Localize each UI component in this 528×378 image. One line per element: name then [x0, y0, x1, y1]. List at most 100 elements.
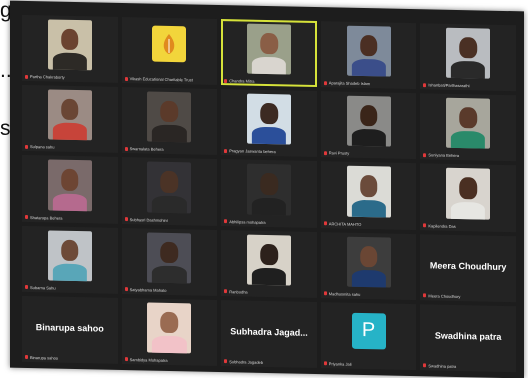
participant-body [451, 201, 486, 220]
participant-display-name: Meera Choudhury [429, 260, 507, 273]
participant-caption: Ishanbati/Parthasarathi [423, 82, 514, 89]
participant-caption: Meera Choudhury [423, 293, 514, 300]
participant-display-name: Binarupa sahoo [35, 322, 104, 334]
participant-face [160, 241, 179, 263]
participant-face [359, 245, 378, 268]
participant-caption: Subhasri Dashmohini [124, 216, 216, 224]
muted-mic-icon [423, 223, 427, 228]
participant-video [346, 236, 391, 288]
participant-face [260, 32, 278, 55]
participant-body [451, 131, 486, 149]
participant-caption: Subarna Sahu [25, 285, 116, 292]
participant-tile[interactable]: Madhusmita sahu [320, 231, 417, 300]
participant-name-label: Kapilendra Das [428, 222, 456, 229]
participant-caption: Aparajita Shadeb Islam [323, 80, 415, 87]
muted-mic-icon [124, 287, 128, 292]
participant-face [359, 105, 378, 127]
participant-caption: Swadhina patra [423, 363, 514, 370]
participant-tile[interactable]: Swadhina patra Swadhina patra [420, 304, 516, 373]
participant-tile[interactable]: Shatarupa Behera [22, 155, 118, 224]
muted-mic-icon [323, 151, 327, 156]
participant-tile[interactable]: Subarna Sahu [22, 225, 118, 294]
participant-display-name: Swadhina patra [434, 330, 502, 343]
muted-mic-icon [423, 82, 427, 88]
participant-video [247, 163, 291, 216]
participant-tile[interactable]: Meera Choudhury Meera Choudhury [420, 233, 516, 303]
participant-face [260, 173, 278, 195]
participant-tile[interactable]: P Priyanka Jali [320, 301, 417, 371]
participant-face [459, 177, 477, 199]
participant-name-label: Satyabhama Mahato [129, 286, 167, 293]
participant-caption: Kapilendra Das [423, 223, 514, 230]
participant-body [251, 56, 287, 75]
participant-display-name: Subhadra Jagad... [230, 326, 308, 339]
muted-mic-icon [25, 355, 28, 360]
participant-body [152, 195, 187, 213]
muted-mic-icon [323, 80, 327, 85]
participant-tile[interactable]: ARCHITA MAHTO [320, 161, 417, 230]
participant-face [160, 171, 179, 193]
participant-video [247, 234, 291, 286]
muted-mic-icon [423, 293, 427, 298]
participant-caption: Chandra Mitra [224, 78, 315, 85]
participant-body [152, 124, 187, 143]
participant-face [61, 98, 79, 121]
participant-body [52, 263, 87, 282]
participant-tile[interactable]: Kapilendra Das [420, 163, 516, 232]
muted-mic-icon [25, 215, 28, 220]
participant-name-label: Subarna Sahu [30, 284, 56, 291]
participant-video [446, 27, 491, 79]
participant-video [147, 232, 192, 284]
participant-caption: Pragyan Jaswanta behera [224, 148, 315, 155]
participant-tile[interactable]: Swarnalata Behera [121, 87, 218, 156]
participant-tile[interactable]: Chandra Mitra [221, 19, 317, 88]
participant-tile[interactable]: Subhadra Jagad... Subhadra Jagadeb [221, 299, 317, 369]
muted-mic-icon [323, 221, 327, 226]
participant-tile[interactable]: Sambidya Mohapatra [121, 297, 218, 366]
participant-tile[interactable]: Sulpana sahu [22, 85, 118, 154]
participant-face [459, 107, 477, 129]
participant-tile[interactable]: Ravi Prusty [320, 91, 417, 160]
muted-mic-icon [224, 148, 228, 154]
muted-mic-icon [124, 146, 128, 151]
participant-tile[interactable]: Subhasri Dashmohini [121, 157, 218, 226]
participant-name-label: Sulpana sahu [30, 144, 55, 150]
participant-name-label: Ishanbati/Parthasarathi [428, 82, 470, 89]
participant-body [251, 127, 287, 145]
participant-tile[interactable]: Suniyana Behera [420, 93, 516, 162]
participant-name-label: ARCHITA MAHTO [328, 220, 362, 227]
participant-name-label: Abhilipsa mohapatra [229, 218, 266, 225]
participant-tile[interactable]: Ranbudha [221, 229, 317, 298]
participant-name-label: Swarnalata Behera [129, 146, 164, 153]
participant-caption: Shatarupa Behera [25, 215, 116, 222]
participant-caption: Sulpana sahu [25, 144, 116, 151]
participant-caption: ARCHITA MAHTO [323, 220, 415, 228]
participant-tile[interactable]: Ishanbati/Parthasarathi [420, 23, 516, 92]
participant-face [260, 243, 278, 265]
participant-caption: Abhilipsa mohapatra [224, 219, 315, 226]
participant-tile[interactable]: Abhilipsa mohapatra [221, 159, 317, 228]
participant-video [47, 230, 92, 282]
participant-tile[interactable]: Satyabhama Mahato [121, 227, 218, 296]
muted-mic-icon [25, 144, 28, 149]
participant-tile[interactable]: Binarupa sahoo Binarupa sahoo [22, 295, 118, 364]
participant-name-label: Pragyan Jaswanta behera [229, 148, 276, 155]
participant-tile[interactable]: Aparajita Shadeb Islam [320, 21, 417, 90]
participant-name-label: Binarupa sahoo [30, 355, 59, 361]
participant-tile[interactable]: Vikash Educational Charitable Trust [121, 16, 218, 86]
muted-mic-icon [423, 363, 427, 368]
participant-video [346, 25, 391, 77]
participant-name-label: Subhadra Jagadeb [229, 359, 263, 365]
participant-video [446, 97, 491, 150]
participant-body [152, 335, 187, 354]
muted-mic-icon [423, 153, 427, 158]
participant-name-label: Vikash Educational Charitable Trust [129, 76, 193, 83]
participant-caption: Sambidya Mohapatra [124, 357, 216, 364]
participant-tile[interactable]: Partha Chakraborty [22, 14, 118, 84]
participant-face [260, 103, 278, 125]
participant-name-label: Subhasri Dashmohini [129, 216, 168, 223]
participant-name-label: Shatarupa Behera [30, 214, 63, 221]
participant-body [152, 265, 187, 284]
participant-tile[interactable]: Pragyan Jaswanta behera [221, 89, 317, 158]
participant-video [47, 19, 92, 71]
